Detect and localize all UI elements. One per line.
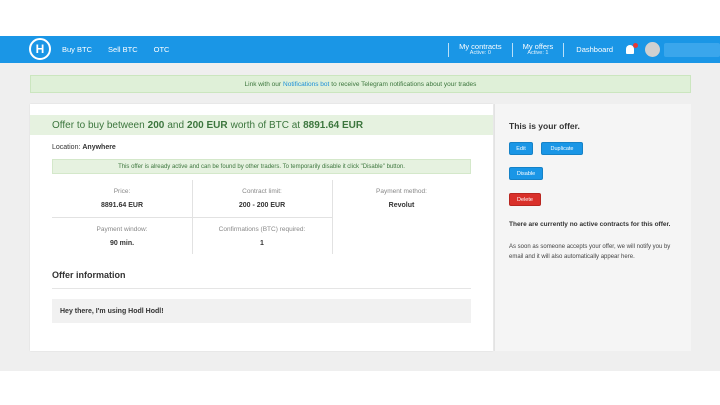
- nav-my-offers[interactable]: My offers Active: 1: [513, 41, 564, 57]
- offer-price: 8891.64 EUR: [303, 119, 364, 131]
- offer-location: Location: Anywhere: [52, 144, 116, 151]
- title-and: and: [167, 119, 185, 131]
- section-divider: [52, 288, 471, 289]
- offer-card: Offer to buy between 200 and 200 EUR wor…: [30, 104, 493, 351]
- notifications-bell-icon[interactable]: [625, 42, 638, 56]
- location-label: Location:: [52, 144, 81, 151]
- offer-min: 200: [147, 119, 165, 131]
- payment-window-label: Payment window:: [96, 226, 148, 233]
- offer-active-note: This offer is already active and can be …: [52, 159, 471, 174]
- hodlhodl-logo[interactable]: H: [29, 38, 51, 60]
- duplicate-button[interactable]: Duplicate: [541, 142, 583, 155]
- offer-information-text: Hey there, I'm using Hodl Hodl!: [52, 299, 471, 323]
- user-avatar[interactable]: [645, 42, 660, 57]
- my-offers-label: My offers: [522, 41, 554, 51]
- price-label: Price:: [113, 188, 131, 195]
- grid-divider: [52, 217, 332, 218]
- logo-letter: H: [35, 42, 45, 56]
- my-contracts-label: My contracts: [459, 41, 502, 51]
- nav-buy-btc[interactable]: Buy BTC: [62, 45, 92, 54]
- confirmations-value: 1: [260, 240, 264, 247]
- payment-method-cell: Payment method: Revolut: [332, 188, 471, 209]
- offer-information-heading: Offer information: [52, 270, 126, 280]
- top-margin: [0, 0, 720, 36]
- nav-right: My contracts Active: 0 My offers Active:…: [448, 36, 720, 63]
- offer-sidebar: This is your offer. Edit Duplicate Disab…: [494, 104, 691, 351]
- nav-dashboard[interactable]: Dashboard: [564, 45, 625, 54]
- confirmations-cell: Confirmations (BTC) required: 1: [192, 226, 332, 247]
- payment-window-cell: Payment window: 90 min.: [52, 226, 192, 247]
- sidebar-title: This is your offer.: [509, 121, 580, 131]
- banner-prefix: Link with our: [244, 80, 282, 88]
- user-menu[interactable]: [664, 42, 720, 57]
- price-value: 8891.64 EUR: [100, 202, 144, 209]
- payment-window-value: 90 min.: [109, 240, 135, 247]
- confirmations-label: Confirmations (BTC) required:: [218, 226, 306, 233]
- telegram-notification-banner: Link with our Notifications bot to recei…: [30, 75, 691, 93]
- nav-links: Buy BTC Sell BTC OTC: [62, 36, 169, 63]
- title-worth: worth of BTC at: [230, 119, 301, 131]
- offer-max: 200 EUR: [187, 119, 228, 131]
- limit-value: 200 - 200 EUR: [238, 202, 286, 209]
- location-value: Anywhere: [82, 144, 116, 151]
- nav-otc[interactable]: OTC: [154, 45, 170, 54]
- notify-text: As soon as someone accepts your offer, w…: [509, 244, 671, 260]
- offer-title: Offer to buy between 200 and 200 EUR wor…: [30, 115, 493, 135]
- limit-cell: Contract limit: 200 - 200 EUR: [192, 188, 332, 209]
- limit-label: Contract limit:: [242, 188, 282, 195]
- nav-sell-btc[interactable]: Sell BTC: [108, 45, 138, 54]
- top-navbar: H Buy BTC Sell BTC OTC My contracts Acti…: [0, 36, 720, 63]
- nav-my-contracts[interactable]: My contracts Active: 0: [449, 41, 512, 57]
- no-contracts-text: There are currently no active contracts …: [509, 221, 671, 228]
- my-contracts-count: Active: 0: [469, 50, 491, 56]
- edit-button[interactable]: Edit: [509, 142, 533, 155]
- disable-button[interactable]: Disable: [509, 167, 543, 180]
- offer-details-grid: Price: 8891.64 EUR Contract limit: 200 -…: [52, 180, 471, 254]
- payment-method-value: Revolut: [388, 202, 415, 209]
- delete-button[interactable]: Delete: [509, 193, 541, 206]
- payment-method-label: Payment method:: [376, 188, 427, 195]
- banner-suffix: to receive Telegram notifications about …: [331, 80, 477, 88]
- title-prefix: Offer to buy between: [52, 119, 145, 131]
- notification-dot: [633, 42, 638, 48]
- price-cell: Price: 8891.64 EUR: [52, 188, 192, 209]
- notifications-bot-link[interactable]: Notifications bot: [283, 81, 329, 88]
- my-offers-count: Active: 1: [527, 50, 549, 56]
